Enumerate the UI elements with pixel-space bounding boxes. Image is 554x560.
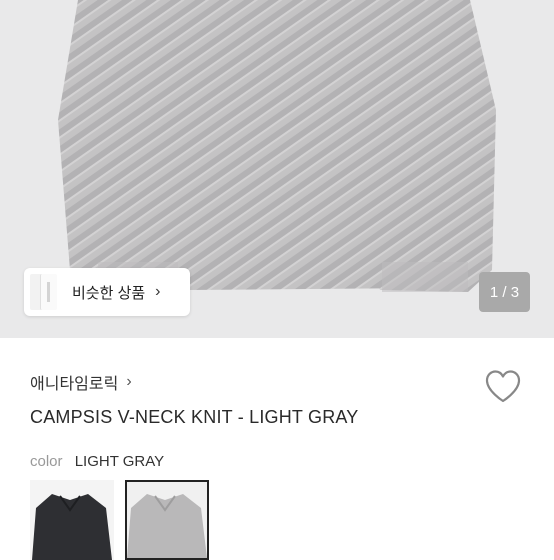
color-swatch-dark[interactable] [30, 480, 114, 560]
chevron-right-icon: › [126, 373, 132, 390]
product-title: CAMPSIS V-NECK KNIT - LIGHT GRAY [30, 407, 359, 427]
brand-link[interactable]: 애니타임로릭 › [30, 370, 132, 394]
color-row: color LIGHT GRAY [30, 453, 164, 470]
color-label: color [30, 453, 63, 470]
chevron-right-icon: › [155, 283, 161, 300]
similar-products-label: 비슷한 상품 [72, 284, 146, 302]
heart-icon[interactable] [484, 369, 522, 405]
image-pager: 1 / 3 [479, 272, 530, 312]
brand-name: 애니타임로릭 [30, 376, 119, 393]
color-swatch-light-gray[interactable] [125, 480, 209, 560]
color-value: LIGHT GRAY [74, 453, 165, 470]
product-image[interactable]: 비슷한 상품 › 1 / 3 [0, 0, 554, 338]
similar-products-thumbnails [30, 274, 64, 310]
similar-products-button[interactable]: 비슷한 상품 › [24, 268, 190, 316]
